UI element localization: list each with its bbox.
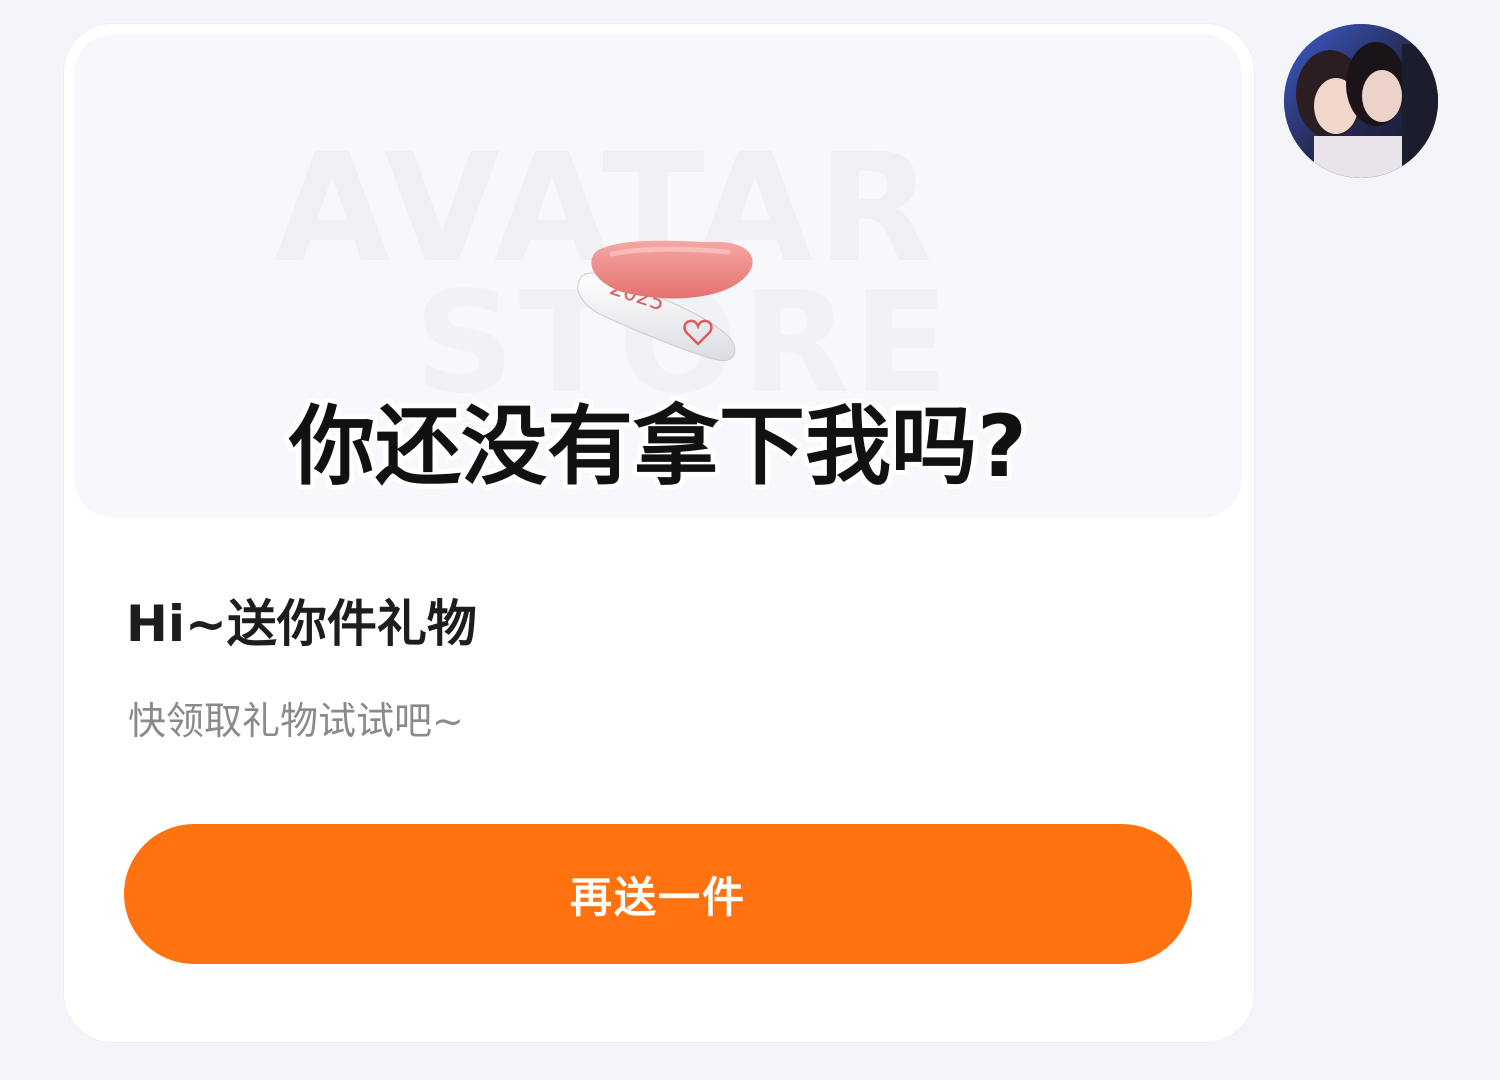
chat-screen: AVATAR STORE 2025 bbox=[0, 0, 1500, 1080]
gift-preview: AVATAR STORE 2025 bbox=[74, 34, 1242, 518]
send-another-button[interactable]: 再送一件 bbox=[124, 824, 1192, 964]
avatar[interactable] bbox=[1284, 24, 1438, 178]
avatar-photo bbox=[1284, 24, 1438, 178]
gift-subtitle: 快领取礼物试试吧~ bbox=[128, 699, 464, 743]
gift-title: Hi~送你件礼物 bbox=[126, 595, 477, 653]
gift-card: AVATAR STORE 2025 bbox=[64, 24, 1254, 1042]
video-caption: 你还没有拿下我吗? bbox=[289, 397, 1027, 497]
hair-clip-image: 2025 bbox=[577, 240, 753, 362]
